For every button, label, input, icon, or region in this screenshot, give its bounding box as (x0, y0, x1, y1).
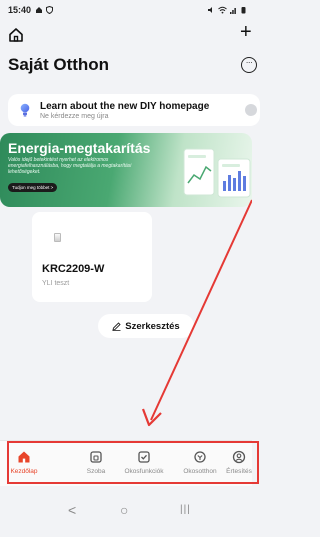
nav-item-notifications[interactable]: Értesítés (226, 441, 252, 487)
diy-banner-texts: Learn about the new DIY homepage Ne kérd… (40, 101, 209, 120)
more-options-icon[interactable]: ··· (241, 57, 257, 73)
nav-label-home: Kezdőlap (10, 468, 38, 475)
system-navigation-bar: < ○ ||| (0, 486, 252, 537)
energy-chart-illustration (183, 148, 251, 198)
signal-icon (230, 8, 236, 14)
status-left-icons (35, 6, 54, 14)
nav-item-home[interactable]: Kezdőlap (8, 441, 40, 487)
banner-arrow-icon[interactable] (245, 104, 257, 116)
device-card[interactable]: KRC2209-W YLI teszt (32, 212, 152, 302)
smart-check-icon (138, 451, 150, 463)
shield-icon (46, 6, 54, 14)
nav-label-smart-functions: Okosfunkciók (124, 468, 164, 475)
home-icon (18, 451, 30, 463)
lightbulb-icon (20, 103, 30, 117)
diy-banner-title: Learn about the new DIY homepage (40, 100, 210, 112)
status-time: 15:40 (8, 5, 32, 15)
bottom-navigation: Kezdőlap Szoba Okosfunkciók Okosotthon É… (0, 440, 252, 486)
diy-homepage-banner[interactable]: Learn about the new DIY homepage Ne kérd… (8, 94, 260, 126)
promo-title: Energia-megtakarítás (8, 140, 151, 156)
nav-label-smart-home: Okosotthon (183, 468, 217, 475)
status-bar: 15:40 (0, 0, 252, 20)
learn-more-button[interactable]: Tudjon meg többet > (8, 183, 58, 192)
battery-icon (241, 7, 246, 14)
pencil-icon (112, 321, 121, 331)
device-room: YLI teszt (42, 280, 70, 287)
home-status-icon (36, 7, 43, 13)
page-title: Saját Otthon (8, 55, 110, 74)
edit-label: Szerkesztés (125, 320, 180, 332)
back-icon[interactable]: < (68, 503, 76, 517)
promo-description: Valós idejű betekintést nyerhet az elekt… (8, 157, 132, 175)
nav-label-room: Szoba (86, 468, 106, 475)
energy-saving-promo[interactable]: Energia-megtakarítás Valós idejű betekin… (0, 133, 252, 207)
smart-home-icon (194, 451, 206, 463)
wifi-icon (218, 6, 227, 14)
add-plus-icon[interactable]: + (240, 22, 252, 42)
nav-item-smart-home[interactable]: Okosotthon (178, 441, 222, 487)
edit-button[interactable]: Szerkesztés (98, 314, 194, 338)
device-name: KRC2209-W (42, 263, 105, 275)
mute-icon (208, 7, 212, 13)
nav-item-room[interactable]: Szoba (80, 441, 112, 487)
nav-item-smart-functions[interactable]: Okosfunkciók (122, 441, 166, 487)
nav-label-notifications: Értesítés (226, 468, 252, 475)
smart-plug-icon (54, 233, 61, 242)
status-right-icons (207, 6, 246, 14)
home-button-icon[interactable]: ○ (120, 503, 128, 517)
room-icon (90, 451, 102, 463)
dont-ask-again-link[interactable]: Ne kérdezze meg újra (40, 113, 209, 120)
recents-icon[interactable]: ||| (180, 503, 191, 517)
home-icon[interactable] (8, 27, 24, 43)
profile-icon (232, 450, 246, 464)
